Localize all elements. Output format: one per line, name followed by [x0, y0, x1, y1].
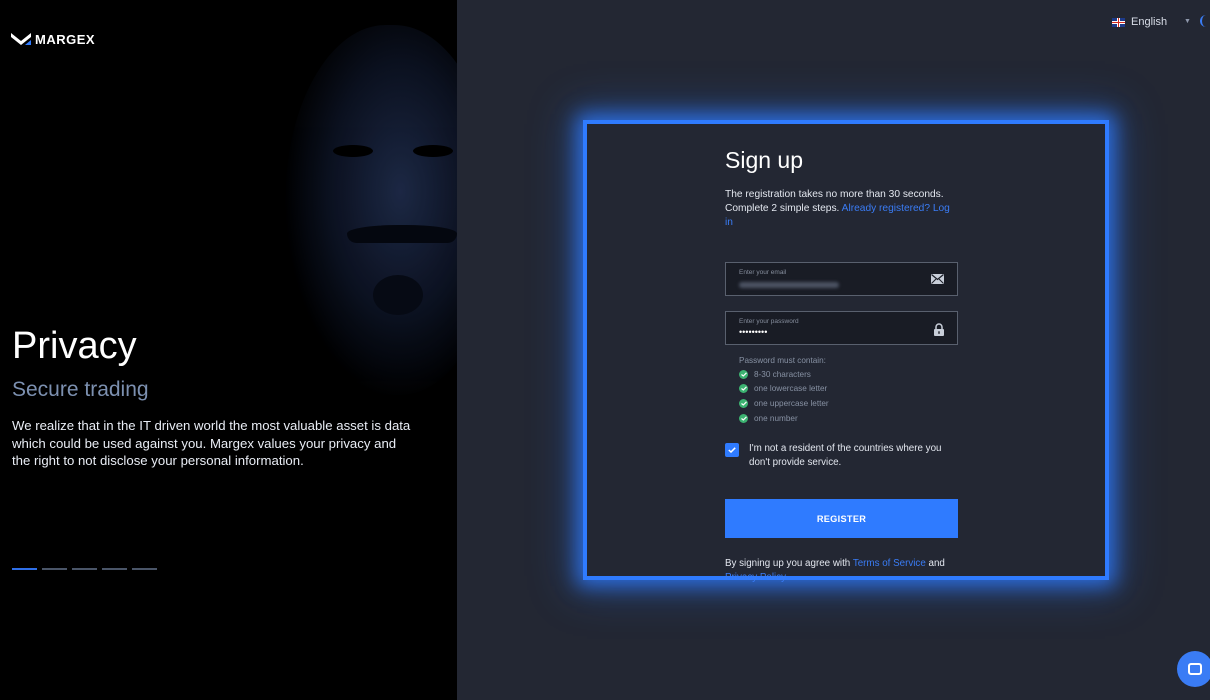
slide-indicator[interactable] — [72, 568, 97, 570]
password-field[interactable]: Enter your password — [725, 311, 958, 345]
hero-title: Privacy — [12, 325, 137, 367]
brand-name: MARGEX — [35, 32, 96, 47]
brand-logo[interactable]: MARGEX — [11, 32, 95, 47]
signup-card: Sign up The registration takes no more t… — [583, 120, 1109, 583]
slide-indicator[interactable] — [102, 568, 127, 570]
form-fields: Enter your email Enter your password — [725, 262, 958, 345]
password-rule: one number — [739, 411, 958, 426]
lock-icon — [934, 323, 944, 336]
mask-chin — [373, 275, 423, 315]
password-rule-text: one lowercase letter — [754, 384, 828, 394]
password-rule: one uppercase letter — [739, 396, 958, 411]
moon-icon[interactable] — [1200, 15, 1210, 27]
envelope-icon — [931, 274, 944, 284]
password-rule: one lowercase letter — [739, 382, 958, 397]
terms-notice: By signing up you agree with Terms of Se… — [725, 557, 958, 585]
chevron-down-icon[interactable]: ▼ — [1184, 18, 1191, 25]
residency-consent: I'm not a resident of the countries wher… — [725, 442, 958, 470]
margex-logo-icon — [11, 33, 31, 45]
signup-form: Sign up The registration takes no more t… — [725, 147, 958, 585]
slide-indicators — [12, 568, 157, 570]
hero-description: We realize that in the IT driven world t… — [12, 418, 411, 468]
uk-flag-icon — [1112, 17, 1125, 27]
password-rule: 8-30 characters — [739, 367, 958, 382]
check-circle-icon — [739, 413, 748, 423]
email-field[interactable]: Enter your email — [725, 262, 958, 296]
mask-moustache — [347, 225, 457, 243]
password-rule-text: one number — [754, 413, 798, 423]
chat-button[interactable] — [1177, 651, 1210, 687]
language-selector[interactable]: English — [1112, 16, 1167, 28]
slide-indicator[interactable] — [132, 568, 157, 570]
language-label: English — [1131, 16, 1168, 28]
intro-line-1: The registration takes no more than 30 s… — [725, 189, 944, 200]
email-value-blurred — [739, 282, 839, 288]
email-label: Enter your email — [739, 269, 787, 276]
page-title: Sign up — [725, 147, 804, 173]
password-input[interactable] — [739, 327, 919, 337]
chat-icon — [1188, 663, 1202, 675]
mask-eye-left — [333, 145, 373, 157]
check-circle-icon — [739, 369, 748, 379]
mask-eye-right — [413, 145, 453, 157]
consent-checkbox[interactable] — [725, 443, 739, 458]
terms-of-service-link[interactable]: Terms of Service — [853, 558, 926, 569]
check-circle-icon — [739, 384, 748, 394]
register-button[interactable]: REGISTER — [725, 499, 958, 539]
slide-indicator[interactable] — [42, 568, 67, 570]
password-rules: Password must contain: 8-30 characters o… — [725, 356, 958, 425]
checkmark-icon — [728, 447, 736, 454]
password-label: Enter your password — [739, 318, 799, 325]
password-rule-text: one uppercase letter — [754, 398, 829, 408]
password-rules-heading: Password must contain: — [739, 356, 826, 365]
hero-subtitle: Secure trading — [12, 378, 149, 401]
hero-panel: MARGEX Privacy Secure trading We realize… — [0, 0, 457, 700]
signup-intro: The registration takes no more than 30 s… — [725, 188, 958, 230]
consent-text: I'm not a resident of the countries wher… — [749, 443, 942, 469]
password-rule-text: 8-30 characters — [754, 369, 811, 379]
check-circle-icon — [739, 398, 748, 408]
intro-line-2: Complete 2 simple steps. — [725, 203, 840, 214]
terms-and: and — [928, 558, 945, 570]
slide-indicator[interactable] — [12, 568, 37, 570]
mask-illustration — [285, 25, 457, 395]
terms-prefix: By signing up you agree with — [725, 558, 851, 570]
privacy-policy-link[interactable]: Privacy Policy — [725, 572, 786, 583]
